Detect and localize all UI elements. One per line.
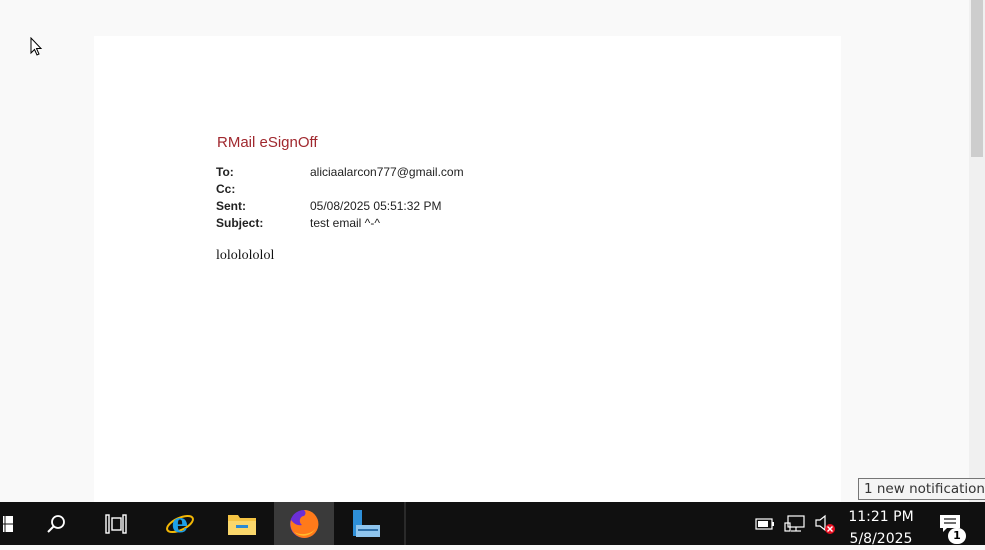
email-body: lololololol	[216, 248, 275, 263]
firefox-icon	[290, 509, 319, 538]
server-manager-button[interactable]	[336, 502, 396, 545]
search-icon	[47, 514, 65, 533]
mouse-pointer-icon	[30, 37, 43, 56]
start-button[interactable]	[0, 502, 18, 545]
task-view-icon	[105, 513, 127, 534]
folder-icon	[228, 514, 256, 535]
header-subject-label: Subject:	[216, 216, 264, 230]
network-icon	[784, 514, 805, 532]
search-button[interactable]	[30, 502, 82, 545]
header-to: To: aliciaalarcon777@gmail.com	[216, 165, 464, 179]
task-view-button[interactable]	[90, 502, 142, 545]
taskbar: e 11:21 PM 5/8/2025	[0, 502, 985, 547]
taskbar-divider	[404, 502, 406, 545]
document-viewer[interactable]: RMail eSignOff To: aliciaalarcon777@gmail…	[0, 0, 969, 502]
email-page: RMail eSignOff To: aliciaalarcon777@gmail…	[94, 36, 841, 502]
system-clock[interactable]: 11:21 PM 5/8/2025	[845, 506, 917, 550]
network-button[interactable]	[782, 502, 808, 545]
header-sent-label: Sent:	[216, 199, 246, 213]
battery-button[interactable]	[752, 502, 778, 545]
header-cc-label: Cc:	[216, 182, 236, 196]
battery-icon	[755, 517, 774, 530]
header-to-label: To:	[216, 165, 234, 179]
firefox-button[interactable]	[274, 502, 334, 545]
header-sent: Sent: 05/08/2025 05:51:32 PM	[216, 199, 441, 213]
clock-date: 5/8/2025	[849, 531, 913, 547]
file-explorer-button[interactable]	[214, 502, 270, 545]
header-to-value: aliciaalarcon777@gmail.com	[310, 165, 464, 179]
scrollbar-thumb[interactable]	[971, 0, 983, 157]
notification-tooltip: 1 new notification	[858, 478, 985, 500]
volume-button[interactable]	[812, 502, 838, 545]
header-cc: Cc:	[216, 182, 310, 196]
internet-explorer-icon: e	[166, 509, 194, 539]
windows-logo-icon	[3, 515, 13, 532]
clock-time: 11:21 PM	[848, 509, 914, 525]
header-subject-value: test email ^-^	[310, 216, 380, 230]
document-title: RMail eSignOff	[217, 134, 318, 151]
volume-muted-icon	[815, 514, 835, 534]
server-manager-icon	[353, 509, 380, 537]
header-subject: Subject: test email ^-^	[216, 216, 380, 230]
notification-count-badge: 1	[948, 528, 966, 544]
header-sent-value: 05/08/2025 05:51:32 PM	[310, 199, 442, 213]
svg-text:e: e	[172, 509, 189, 539]
vertical-scrollbar[interactable]	[969, 0, 985, 502]
internet-explorer-button[interactable]: e	[152, 502, 208, 545]
